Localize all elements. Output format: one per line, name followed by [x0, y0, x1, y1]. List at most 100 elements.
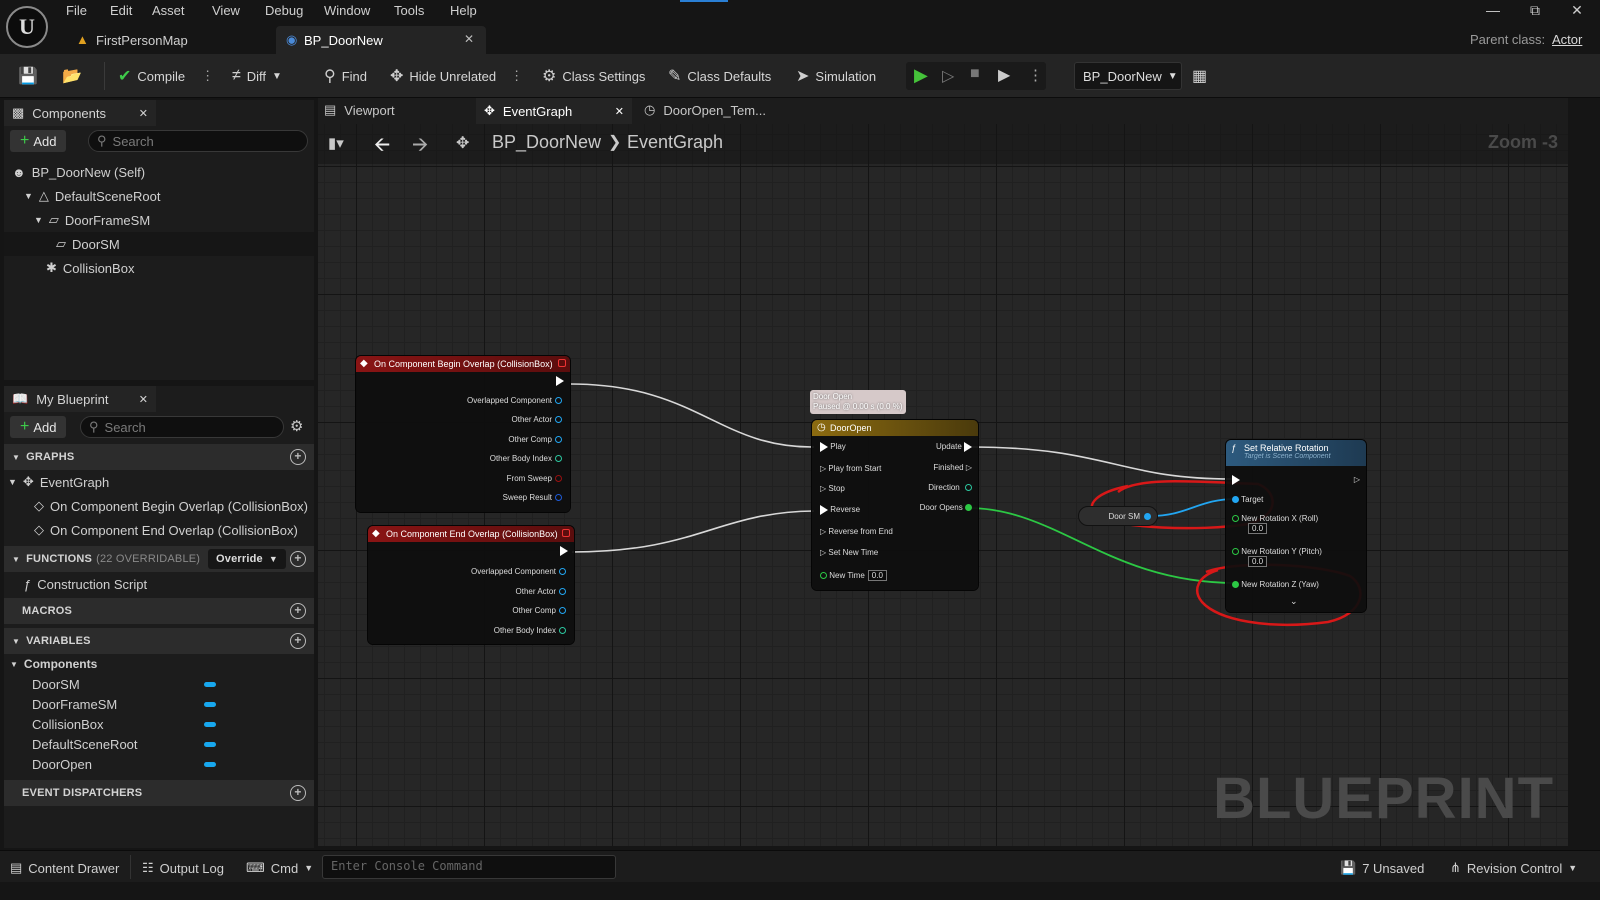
parent-class-link[interactable]: Actor	[1552, 32, 1582, 47]
pin-play[interactable]: Play	[820, 442, 846, 452]
pin-set-new-time[interactable]: ▷ Set New Time	[820, 548, 878, 557]
pin-other-comp[interactable]: Other Comp	[512, 606, 566, 615]
browse-icon[interactable]: 📂	[56, 62, 88, 90]
menu-debug[interactable]: Debug	[265, 3, 303, 18]
node-set-relative-rotation[interactable]: ƒ Set Relative Rotation Target is Scene …	[1226, 440, 1366, 612]
variable-category-components[interactable]: ▼ Components	[4, 654, 314, 674]
pin-sweep-result[interactable]: Sweep Result	[503, 493, 562, 502]
compile-button[interactable]: ✔ Compile ⋮	[112, 62, 220, 90]
node-header[interactable]: ◷ DoorOpen	[812, 420, 978, 436]
diff-button[interactable]: ≠ Diff ▼	[226, 62, 288, 90]
class-defaults-button[interactable]: ✎ Class Defaults	[662, 62, 777, 90]
add-dispatcher-icon[interactable]: +	[290, 785, 306, 801]
event-dispatchers-section[interactable]: EVENT DISPATCHERS +	[4, 780, 314, 806]
pin-other-body-index[interactable]: Other Body Index	[494, 626, 566, 635]
eject-icon[interactable]: ▶	[998, 65, 1010, 85]
step-icon[interactable]: ▷	[942, 66, 954, 86]
tree-item-collisionbox[interactable]: ✱ CollisionBox	[4, 256, 314, 280]
compile-options-icon[interactable]: ⋮	[201, 68, 214, 84]
expand-pins-icon[interactable]: ⌄	[1290, 596, 1298, 607]
functions-section[interactable]: ▼ FUNCTIONS (22 OVERRIDABLE) Override ▼ …	[4, 546, 314, 572]
close-tab-icon[interactable]: ✕	[615, 105, 624, 118]
override-dropdown[interactable]: Override ▼	[208, 549, 286, 569]
tab-viewport[interactable]: ▤ Viewport	[324, 102, 395, 118]
close-panel-icon[interactable]: ✕	[139, 393, 148, 406]
pin-new-time[interactable]: New Time 0.0	[820, 570, 887, 581]
variables-section[interactable]: ▼ VARIABLES +	[4, 628, 314, 654]
pin-finished[interactable]: Finished ▷	[933, 463, 972, 472]
exec-out-pin[interactable]	[556, 376, 564, 386]
console-command-input[interactable]: Enter Console Command	[322, 855, 616, 879]
add-macro-icon[interactable]: +	[290, 603, 306, 619]
exec-in-pin[interactable]	[1232, 475, 1240, 485]
rotation-x-value[interactable]: 0.0	[1248, 523, 1268, 534]
variable-doorsm[interactable]: DoorSM	[4, 674, 314, 694]
graph-canvas[interactable]: ▮▾ 🡨 🡪 ✥ BP_DoorNew ❯ EventGraph Zoom -3…	[318, 124, 1568, 846]
tree-item-self[interactable]: ☻ BP_DoorNew (Self)	[4, 160, 314, 184]
play-icon[interactable]: ▶	[914, 65, 928, 86]
cmd-dropdown[interactable]: ⌨ Cmd ▼	[246, 857, 313, 879]
pin-update[interactable]: Update	[936, 442, 972, 452]
pin-door-opens[interactable]: Door Opens	[920, 503, 972, 512]
graph-item-eventgraph[interactable]: ▼ ✥ EventGraph	[4, 470, 314, 494]
variable-dooropen[interactable]: DoorOpen	[4, 754, 314, 774]
variable-defaultsceneroot[interactable]: DefaultSceneRoot	[4, 734, 314, 754]
node-begin-overlap[interactable]: ◆ On Component Begin Overlap (CollisionB…	[356, 356, 570, 512]
event-item-end-overlap[interactable]: ◇ On Component End Overlap (CollisionBox…	[4, 518, 314, 542]
minimize-icon[interactable]: —	[1480, 2, 1506, 18]
new-time-value[interactable]: 0.0	[867, 570, 887, 581]
rotation-y-value[interactable]: 0.0	[1248, 556, 1268, 567]
hide-unrelated-button[interactable]: ✥ Hide Unrelated ⋮	[384, 62, 529, 90]
event-item-begin-overlap[interactable]: ◇ On Component Begin Overlap (CollisionB…	[4, 494, 314, 518]
close-tab-icon[interactable]: ✕	[464, 32, 474, 46]
variable-doorframesm[interactable]: DoorFrameSM	[4, 694, 314, 714]
unsaved-button[interactable]: 💾 7 Unsaved	[1340, 857, 1424, 879]
tree-item-default-scene-root[interactable]: ▼ △ DefaultSceneRoot	[4, 184, 314, 208]
settings-gear-icon[interactable]: ⚙	[290, 417, 303, 435]
restore-icon[interactable]: ⧉	[1522, 2, 1548, 19]
pin-other-comp[interactable]: Other Comp	[508, 435, 562, 444]
node-end-overlap[interactable]: ◆ On Component End Overlap (CollisionBox…	[368, 526, 574, 644]
hide-unrelated-options-icon[interactable]: ⋮	[510, 68, 523, 84]
pin-play-from-start[interactable]: ▷ Play from Start	[820, 464, 881, 473]
variable-collisionbox[interactable]: CollisionBox	[4, 714, 314, 734]
stop-icon[interactable]: ■	[970, 65, 980, 83]
function-item-construction-script[interactable]: ƒ Construction Script	[4, 572, 314, 596]
add-component-button[interactable]: + Add	[10, 130, 67, 152]
pin-rotation-x[interactable]: New Rotation X (Roll) 0.0	[1232, 514, 1318, 534]
debug-filter-icon[interactable]: ▦	[1186, 62, 1213, 90]
add-member-button[interactable]: + Add	[10, 416, 67, 438]
graphs-section[interactable]: ▼ GRAPHS +	[4, 444, 314, 470]
unreal-logo[interactable]: U	[6, 6, 48, 48]
debug-object-dropdown[interactable]: BP_DoorNew ▼	[1074, 62, 1182, 90]
tree-item-doorframesm[interactable]: ▼ ▱ DoorFrameSM	[4, 208, 314, 232]
menu-file[interactable]: File	[66, 3, 87, 18]
my-blueprint-tab[interactable]: 📖 My Blueprint ✕	[4, 386, 156, 412]
pin-reverse[interactable]: Reverse	[820, 505, 860, 515]
close-window-icon[interactable]: ✕	[1564, 2, 1590, 19]
components-tab[interactable]: ▩ Components ✕	[4, 100, 156, 126]
pin-rotation-y[interactable]: New Rotation Y (Pitch) 0.0	[1232, 547, 1322, 567]
delegate-pin[interactable]	[558, 359, 566, 367]
pin-other-body-index[interactable]: Other Body Index	[490, 454, 562, 463]
tab-bp-doornew[interactable]: ◉ BP_DoorNew ✕	[276, 26, 486, 54]
close-panel-icon[interactable]: ✕	[139, 107, 148, 120]
node-header[interactable]: ƒ Set Relative Rotation Target is Scene …	[1226, 440, 1366, 466]
node-door-sm-getter[interactable]: Door SM	[1078, 506, 1158, 526]
menu-window[interactable]: Window	[324, 3, 370, 18]
pin-target[interactable]: Target	[1232, 495, 1263, 504]
node-header[interactable]: ◆ On Component End Overlap (CollisionBox…	[368, 526, 574, 542]
menu-help[interactable]: Help	[450, 3, 477, 18]
pin-reverse-from-end[interactable]: ▷ Reverse from End	[820, 527, 893, 536]
tree-item-doorsm[interactable]: ▱ DoorSM	[4, 232, 314, 256]
play-options-icon[interactable]: ⋮	[1028, 66, 1043, 84]
my-blueprint-search-input[interactable]: ⚲ Search	[80, 416, 284, 438]
revision-control-button[interactable]: ⋔ Revision Control ▼	[1450, 857, 1577, 879]
pin-other-actor[interactable]: Other Actor	[512, 415, 562, 424]
delegate-pin[interactable]	[562, 529, 570, 537]
pin-stop[interactable]: ▷ Stop	[820, 484, 845, 493]
pin-from-sweep[interactable]: From Sweep	[507, 474, 562, 483]
menu-tools[interactable]: Tools	[394, 3, 424, 18]
content-drawer-button[interactable]: ▤ Content Drawer	[10, 857, 119, 879]
pin-direction[interactable]: Direction	[928, 483, 972, 492]
